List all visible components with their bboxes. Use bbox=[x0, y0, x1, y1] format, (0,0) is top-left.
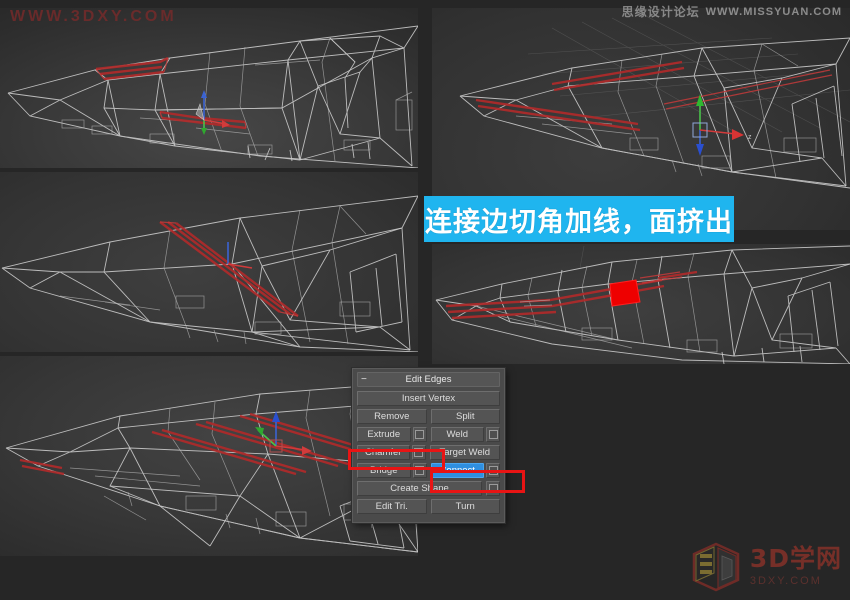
screenshot-root: z Connect Edges bbox=[0, 0, 850, 600]
turn-button[interactable]: Turn bbox=[430, 499, 500, 514]
row-create-shape: Create Shape bbox=[357, 481, 500, 496]
settings-square-icon bbox=[488, 430, 498, 439]
viewport-mid-left[interactable] bbox=[0, 172, 418, 352]
weld-group: Weld bbox=[430, 427, 500, 442]
target-weld-button[interactable]: Target Weld bbox=[429, 445, 500, 460]
collapse-icon[interactable]: − bbox=[361, 373, 367, 386]
rollout-titlebar[interactable]: − Edit Edges bbox=[357, 372, 500, 387]
logo-subtitle: 3DXY.COM bbox=[749, 574, 822, 587]
remove-button[interactable]: Remove bbox=[357, 409, 427, 424]
svg-text:z: z bbox=[748, 134, 752, 141]
insert-vertex-button[interactable]: Insert Vertex bbox=[357, 391, 500, 406]
split-button[interactable]: Split bbox=[430, 409, 500, 424]
site-logo: 3D学网 3DXY.COM bbox=[690, 540, 842, 592]
row-insert-vertex: Insert Vertex bbox=[357, 391, 500, 406]
rollout-title: Edit Edges bbox=[405, 374, 452, 385]
wireframe-bottom-right bbox=[435, 245, 850, 364]
extrude-button[interactable]: Extrude bbox=[357, 427, 411, 442]
wireframe-mid-left bbox=[1, 195, 418, 352]
logo-text: 3D学网 3DXY.COM bbox=[750, 546, 842, 587]
edit-edges-rollout[interactable]: − Edit Edges Insert Vertex Remove Split … bbox=[352, 368, 505, 523]
settings-square-icon bbox=[488, 466, 498, 475]
cube-logo-icon bbox=[690, 540, 742, 592]
settings-square-icon bbox=[488, 484, 498, 493]
row-extrude-weld: Extrude Weld bbox=[357, 427, 500, 442]
selected-face bbox=[609, 279, 641, 307]
chamfer-group: Chamfer bbox=[357, 445, 426, 460]
create-shape-button[interactable]: Create Shape bbox=[357, 481, 482, 496]
settings-square-icon bbox=[414, 448, 423, 457]
banner-text: 连接边切角加线，面挤出 bbox=[425, 206, 733, 238]
weld-button[interactable]: Weld bbox=[430, 427, 484, 442]
settings-square-icon bbox=[415, 466, 424, 475]
chamfer-settings-button[interactable] bbox=[411, 445, 426, 460]
logo-title: 3D学网 bbox=[749, 543, 842, 573]
row-remove-split: Remove Split bbox=[357, 409, 500, 424]
instruction-banner: 连接边切角加线，面挤出 bbox=[424, 196, 734, 242]
extrude-settings-button[interactable] bbox=[412, 427, 427, 442]
create-shape-settings-button[interactable] bbox=[486, 481, 500, 496]
connect-button[interactable]: Connect bbox=[430, 463, 484, 478]
extrude-group: Extrude bbox=[357, 427, 427, 442]
chamfer-button[interactable]: Chamfer bbox=[357, 445, 410, 460]
transform-gizmo-small bbox=[227, 242, 253, 269]
row-edittri-turn: Edit Tri. Turn bbox=[357, 499, 500, 514]
row-chamfer-targetweld: Chamfer Target Weld bbox=[357, 445, 500, 460]
edit-tri-button[interactable]: Edit Tri. bbox=[357, 499, 427, 514]
bridge-group: Bridge bbox=[357, 463, 427, 478]
row-bridge-connect: Bridge Connect bbox=[357, 463, 500, 478]
viewport-top-left[interactable] bbox=[0, 8, 418, 168]
settings-square-icon bbox=[415, 430, 424, 439]
weld-settings-button[interactable] bbox=[486, 427, 500, 442]
connect-settings-button[interactable] bbox=[486, 463, 500, 478]
bridge-settings-button[interactable] bbox=[412, 463, 427, 478]
wireframe-top-left bbox=[7, 25, 418, 168]
connect-group: Connect bbox=[430, 463, 500, 478]
bridge-button[interactable]: Bridge bbox=[357, 463, 411, 478]
viewport-bottom-right[interactable] bbox=[432, 244, 850, 364]
